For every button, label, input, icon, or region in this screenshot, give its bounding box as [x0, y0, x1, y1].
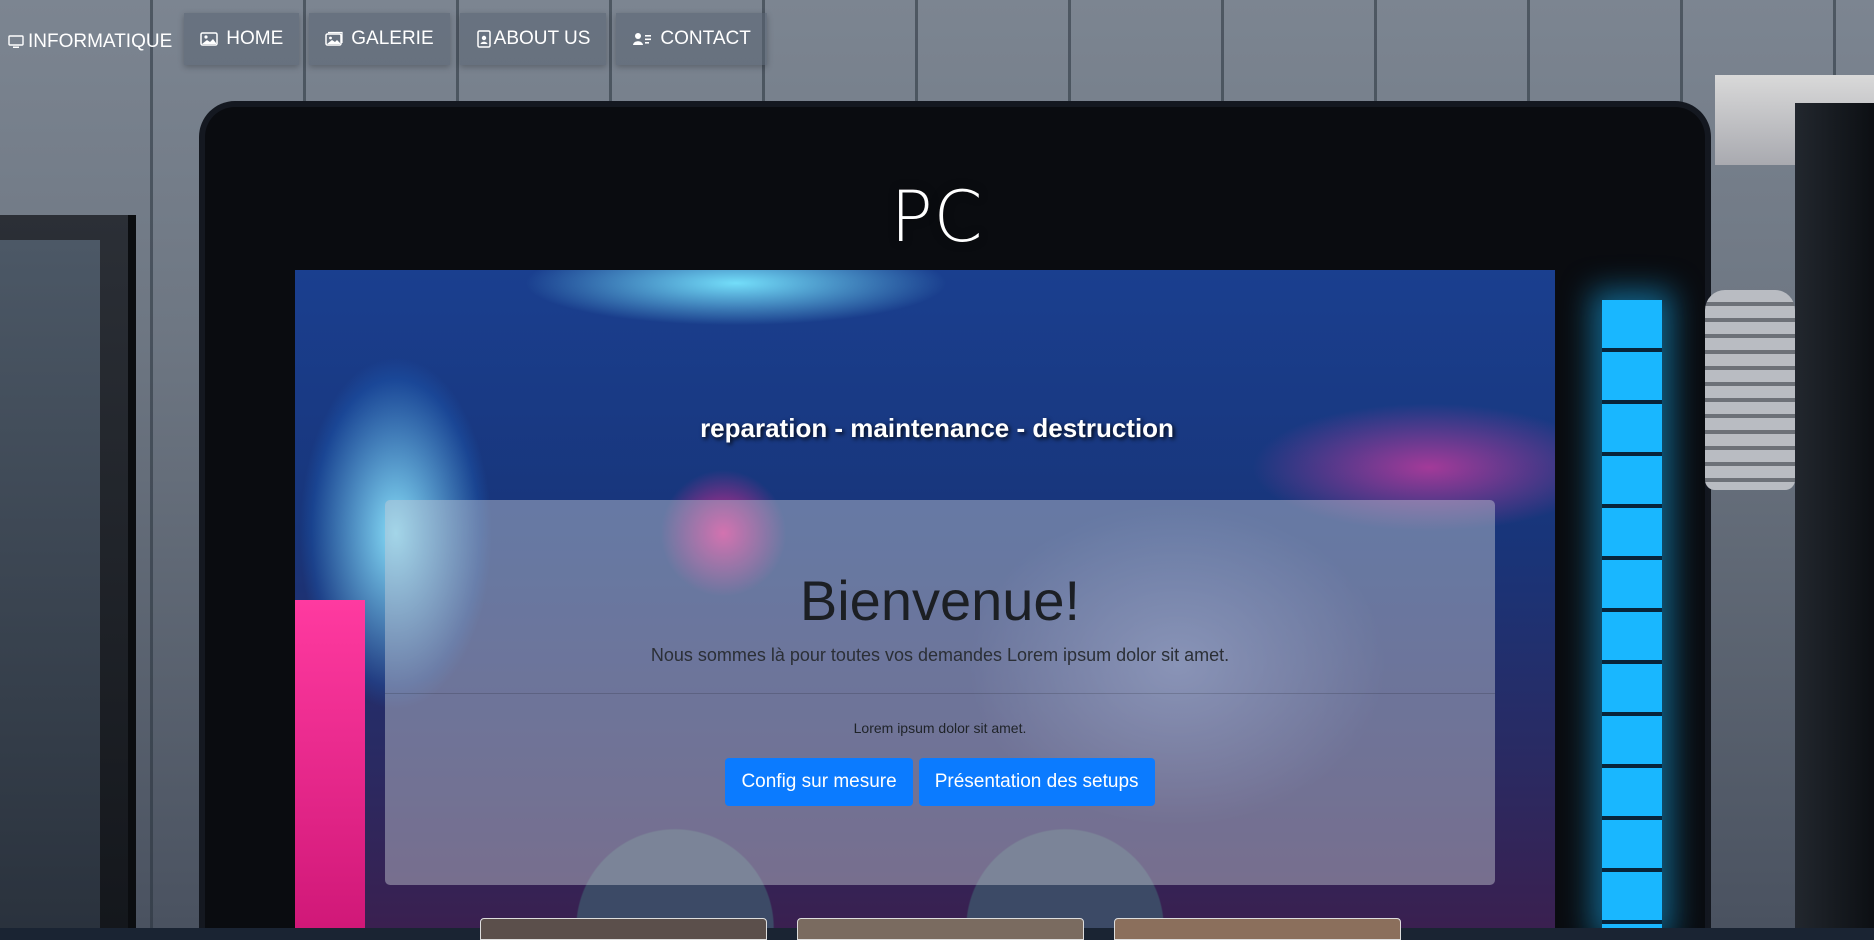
- file-person-icon: [476, 30, 492, 48]
- hero-subtitle: reparation - maintenance - destruction: [700, 413, 1174, 443]
- card-image[interactable]: [1114, 918, 1401, 940]
- nav-item-label: HOME: [226, 28, 284, 49]
- welcome-jumbotron: Bienvenue! Nous sommes là pour toutes vo…: [385, 500, 1495, 885]
- nav-item-home[interactable]: HOME: [184, 13, 300, 65]
- card-image[interactable]: [797, 918, 1084, 940]
- navbar-brand[interactable]: INFORMATIQUE: [8, 31, 172, 53]
- navbar-brand-label: INFORMATIQUE: [28, 31, 173, 52]
- divider: [385, 693, 1495, 694]
- card-row: [480, 918, 1401, 940]
- card-image[interactable]: [480, 918, 767, 940]
- welcome-title: Bienvenue!: [799, 569, 1081, 632]
- nav-item-about-us[interactable]: ABOUT US: [459, 13, 607, 65]
- nav-item-contact[interactable]: CONTACT: [616, 13, 767, 65]
- welcome-text: Lorem ipsum dolor sit amet.: [853, 720, 1027, 736]
- left-monitor: [0, 215, 136, 928]
- presentation-setups-button[interactable]: Présentation des setups: [918, 758, 1155, 806]
- welcome-lead: Nous sommes là pour toutes vos demandes …: [650, 645, 1230, 665]
- nav-item-label: GALERIE: [351, 28, 434, 49]
- nav-item-label: CONTACT: [660, 28, 751, 49]
- display-icon: [8, 35, 24, 49]
- lamp: [1705, 290, 1795, 490]
- nav-item-label: ABOUT US: [493, 28, 591, 49]
- nav-item-galerie[interactable]: GALERIE: [309, 13, 450, 65]
- images-icon: [325, 31, 343, 47]
- image-icon: [200, 31, 219, 47]
- navbar: INFORMATIQUE HOME GALERIE ABOUT US CONTA…: [0, 12, 767, 66]
- cta-buttons: Config sur mesure Présentation des setup…: [385, 758, 1495, 806]
- person-lines-icon: [632, 31, 652, 47]
- hero-title: PC: [890, 176, 984, 258]
- led-strip: [1602, 300, 1662, 928]
- config-sur-mesure-button[interactable]: Config sur mesure: [725, 758, 913, 806]
